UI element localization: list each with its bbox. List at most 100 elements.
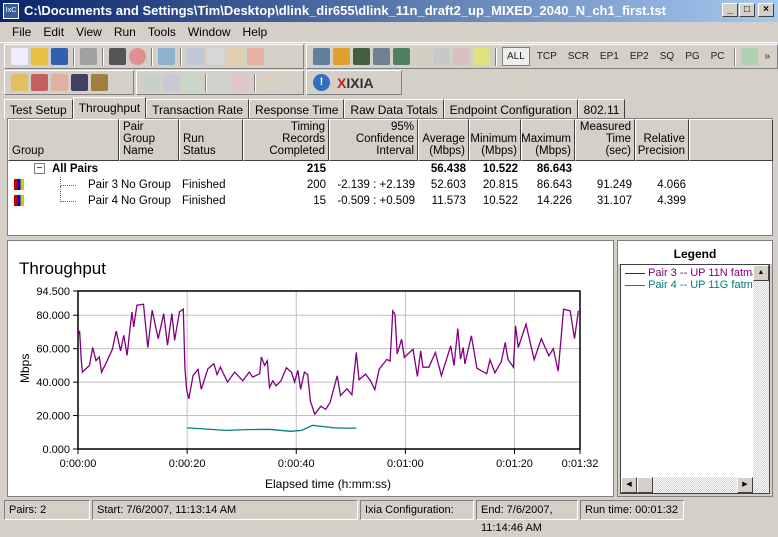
menu-help[interactable]: Help	[237, 25, 274, 39]
tree-line	[60, 177, 76, 186]
new-file-icon[interactable]	[11, 48, 28, 65]
finish-icon[interactable]	[91, 74, 108, 91]
swap-icon[interactable]	[433, 48, 450, 65]
throughput-chart: Throughput Mbps Elapsed time (h:mm:ss) 9…	[18, 259, 598, 491]
x-tick-label: 0:00:20	[169, 458, 206, 470]
tab-response-time[interactable]: Response Time	[249, 99, 345, 119]
view2-icon[interactable]	[163, 74, 180, 91]
menu-file[interactable]: File	[6, 25, 37, 39]
view4-icon[interactable]	[212, 74, 229, 91]
results-icon[interactable]	[11, 74, 28, 91]
open-folder-icon[interactable]	[31, 48, 48, 65]
window-title: C:\Documents and Settings\Tim\Desktop\dl…	[24, 3, 667, 18]
filter-ep2[interactable]: EP2	[626, 51, 653, 62]
run-icon[interactable]	[109, 48, 126, 65]
pair-chart-icon	[14, 195, 24, 206]
view1-icon[interactable]	[143, 74, 160, 91]
maximize-button[interactable]: □	[739, 3, 755, 17]
col-relative-precision[interactable]: Relative Precision	[635, 119, 689, 161]
save-icon[interactable]	[51, 48, 68, 65]
records: 200	[306, 179, 326, 191]
pair-name: Pair 4	[88, 195, 119, 207]
col-run-status[interactable]: Run Status	[179, 119, 243, 161]
tab-raw-data-totals[interactable]: Raw Data Totals	[344, 99, 444, 119]
pair-icon[interactable]	[313, 48, 330, 65]
scroll-thumb[interactable]	[637, 477, 653, 493]
menu-window[interactable]: Window	[182, 25, 237, 39]
col-minimum[interactable]: Minimum (Mbps)	[469, 119, 521, 161]
voip-pair-icon[interactable]	[333, 48, 350, 65]
toolbar-overflow-button[interactable]: »	[761, 51, 775, 62]
col-pair-group-name[interactable]: Pair Group Name	[119, 119, 179, 161]
minimum: 20.815	[482, 179, 518, 191]
menu-run[interactable]: Run	[108, 25, 142, 39]
paste-icon[interactable]	[227, 48, 244, 65]
filter-ep1[interactable]: EP1	[596, 51, 623, 62]
records: 15	[313, 195, 326, 207]
col-confidence[interactable]: 95% Confidence Interval	[329, 119, 418, 161]
close-button[interactable]: ×	[758, 3, 774, 17]
video-multicast-icon[interactable]	[393, 48, 410, 65]
tab-throughput[interactable]: Throughput	[72, 97, 147, 119]
scroll-right-button[interactable]: ▶	[737, 477, 753, 493]
refresh-icon[interactable]	[158, 48, 175, 65]
filter-sq[interactable]: SQ	[656, 51, 678, 62]
cut-icon[interactable]	[187, 48, 204, 65]
scroll-up-button[interactable]: ▲	[753, 265, 769, 281]
multicast-icon[interactable]	[373, 48, 390, 65]
relative-precision: 4.399	[657, 195, 686, 207]
info-icon[interactable]: !	[313, 74, 330, 91]
menu-edit[interactable]: Edit	[37, 25, 70, 39]
edit-icon[interactable]	[413, 48, 430, 65]
minimize-button[interactable]: _	[722, 3, 738, 17]
delete-icon[interactable]	[247, 48, 264, 65]
maximum: 86.643	[536, 179, 572, 191]
series-line-pair-3	[77, 303, 580, 416]
throughput-chart-panel: Throughput Mbps Elapsed time (h:mm:ss) 9…	[7, 240, 614, 497]
stop-icon[interactable]	[129, 48, 146, 65]
copy-icon[interactable]	[207, 48, 224, 65]
summary-average: 56.438	[430, 163, 466, 175]
legend-horizontal-scrollbar[interactable]: ◀ ▶	[621, 477, 769, 493]
filter-scr[interactable]: SCR	[564, 51, 593, 62]
script-icon[interactable]	[453, 48, 470, 65]
x-tick-label: 0:00:40	[278, 458, 315, 470]
clear-icon[interactable]	[51, 74, 68, 91]
col-timing-records[interactable]: Timing Records Completed	[243, 119, 329, 161]
renumber-icon[interactable]	[473, 48, 490, 65]
col-maximum[interactable]: Maximum (Mbps)	[521, 119, 575, 161]
legend-item[interactable]: Pair 4 -- UP 11G fatma	[621, 279, 755, 291]
filter-all[interactable]: ALL	[502, 47, 530, 66]
menu-view[interactable]: View	[70, 25, 108, 39]
view3-icon[interactable]	[183, 74, 200, 91]
video-pair-icon[interactable]	[353, 48, 370, 65]
tab-802-11[interactable]: 802.11	[577, 99, 626, 119]
export-icon[interactable]	[740, 48, 758, 65]
legend-vertical-scrollbar[interactable]: ▲	[753, 265, 769, 477]
menu-tools[interactable]: Tools	[142, 25, 182, 39]
toolbar-view	[136, 70, 304, 95]
network-icon[interactable]	[71, 74, 88, 91]
maximum: 14.226	[536, 195, 572, 207]
print-icon[interactable]	[80, 48, 97, 65]
scroll-left-button[interactable]: ◀	[621, 477, 637, 493]
status-bar: Pairs: 2 Start: 7/6/2007, 11:13:14 AM Ix…	[4, 500, 774, 534]
filter-pg[interactable]: PG	[681, 51, 703, 62]
legend-title: Legend	[618, 241, 772, 264]
status-start: Start: 7/6/2007, 11:13:14 AM	[92, 500, 358, 520]
tab-transaction-rate[interactable]: Transaction Rate	[146, 99, 250, 119]
tab-endpoint-configuration[interactable]: Endpoint Configuration	[443, 99, 578, 119]
col-measured-time[interactable]: Measured Time (sec)	[575, 119, 635, 161]
flag-icon[interactable]	[31, 74, 48, 91]
col-average[interactable]: Average (Mbps)	[418, 119, 469, 161]
filter-pc[interactable]: PC	[707, 51, 729, 62]
tab-test-setup[interactable]: Test Setup	[4, 99, 73, 119]
collapse-icon[interactable]: −	[34, 163, 45, 174]
filter-tcp[interactable]: TCP	[533, 51, 561, 62]
view5-icon[interactable]	[232, 74, 249, 91]
legend-item[interactable]: Pair 3 -- UP 11N fatma	[621, 265, 755, 279]
y-tick-label: 0.000	[42, 444, 70, 456]
chart-title: Throughput	[19, 259, 106, 278]
view6-icon[interactable]	[261, 74, 278, 91]
col-group[interactable]: Group	[8, 119, 119, 161]
